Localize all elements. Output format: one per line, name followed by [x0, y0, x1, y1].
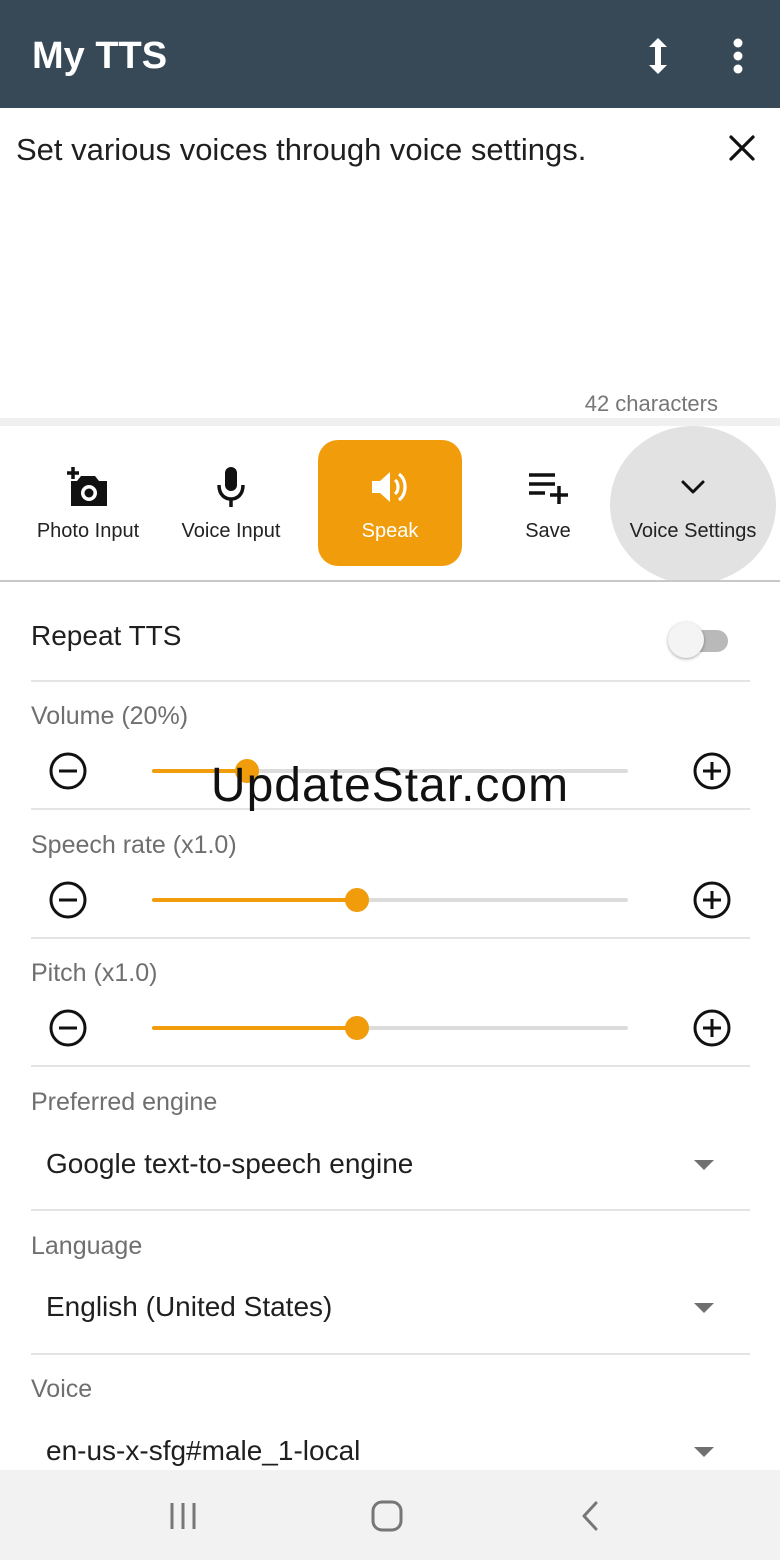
divider [31, 937, 750, 939]
slider-thumb[interactable] [344, 1016, 369, 1040]
watermark: UpdateStar.com [210, 759, 570, 812]
back-icon [582, 1501, 598, 1531]
voice-settings-label: Voice Settings [629, 519, 757, 542]
more-vert-icon [733, 38, 743, 74]
preferred-engine-label: Preferred engine [31, 1088, 218, 1116]
plus-circle-icon [693, 881, 731, 919]
character-count: 42 characters [584, 391, 718, 416]
repeat-tts-label: Repeat TTS [31, 620, 182, 651]
speech-rate-label: Speech rate (x1.0) [31, 831, 237, 859]
pitch-decrease-button[interactable] [46, 1006, 90, 1050]
divider [31, 1353, 750, 1355]
speak-button[interactable]: Speak [318, 440, 462, 566]
pitch-slider[interactable] [152, 1016, 628, 1040]
voice-input-label: Voice Input [181, 519, 281, 542]
recent-apps-button[interactable] [163, 1496, 203, 1536]
voice-dropdown[interactable]: en-us-x-sfg#male_1-local [46, 1427, 736, 1470]
language-label: Language [31, 1232, 143, 1260]
dropdown-arrow-icon [694, 1447, 714, 1457]
home-button[interactable] [367, 1496, 407, 1536]
save-label: Save [525, 519, 571, 542]
vertical-resize-icon [649, 38, 667, 74]
system-nav-bar [0, 1470, 780, 1560]
save-button[interactable]: Save [500, 440, 596, 566]
language-value: English (United States) [46, 1291, 333, 1322]
pitch-increase-button[interactable] [690, 1006, 734, 1050]
photo-input-button[interactable]: Photo Input [22, 440, 154, 566]
plus-circle-icon [693, 1009, 731, 1047]
photo-input-label: Photo Input [36, 519, 140, 542]
voice-settings-panel: Repeat TTS Volume (20%) Speech rate (x1.… [0, 584, 780, 1470]
divider [31, 1209, 750, 1211]
dropdown-arrow-icon [694, 1303, 714, 1313]
mic-icon [217, 466, 245, 507]
preferred-engine-dropdown[interactable]: Google text-to-speech engine [46, 1140, 736, 1190]
vertical-resize-button[interactable] [634, 30, 682, 82]
more-options-button[interactable] [714, 30, 762, 82]
add-photo-icon [67, 466, 107, 506]
speech-rate-slider[interactable] [152, 888, 628, 912]
minus-circle-icon [49, 1009, 87, 1047]
pitch-label: Pitch (x1.0) [31, 959, 158, 987]
chevron-down-icon [681, 480, 705, 493]
voice-label: Voice [31, 1375, 93, 1403]
voice-value: en-us-x-sfg#male_1-local [46, 1435, 361, 1466]
playlist-add-icon [529, 472, 568, 504]
close-icon [729, 135, 755, 161]
voice-input-button[interactable]: Voice Input [166, 440, 296, 566]
app-title: My TTS [32, 35, 168, 77]
speech-rate-increase-button[interactable] [690, 878, 734, 922]
home-icon [371, 1500, 403, 1532]
preferred-engine-value: Google text-to-speech engine [46, 1148, 414, 1179]
switch-thumb [668, 622, 704, 658]
speech-rate-decrease-button[interactable] [46, 878, 90, 922]
action-bar: Photo Input Voice Input Speak Save Voice… [0, 426, 780, 582]
divider [0, 418, 780, 426]
clear-text-button[interactable] [718, 124, 766, 172]
dropdown-arrow-icon [694, 1160, 714, 1170]
divider [31, 1065, 750, 1067]
app-bar: My TTS [0, 0, 780, 108]
minus-circle-icon [49, 881, 87, 919]
language-dropdown[interactable]: English (United States) [46, 1283, 736, 1333]
speak-label: Speak [361, 519, 419, 542]
back-button[interactable] [570, 1496, 610, 1536]
tts-text-input[interactable]: Set various voices through voice setting… [16, 130, 706, 170]
text-editor[interactable]: Set various voices through voice setting… [0, 108, 780, 418]
divider [31, 680, 750, 682]
repeat-tts-switch[interactable] [668, 622, 730, 658]
voice-settings-button[interactable]: Voice Settings [618, 440, 768, 566]
volume-label: Volume (20%) [31, 702, 189, 730]
slider-thumb[interactable] [344, 888, 369, 912]
recent-apps-icon [170, 1503, 196, 1529]
volume-icon [372, 471, 407, 502]
